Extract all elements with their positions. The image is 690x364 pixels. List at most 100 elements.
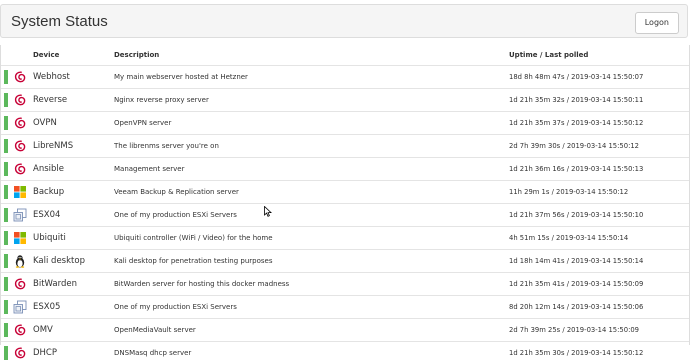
debian-icon (13, 93, 27, 107)
mouse-cursor-icon (264, 206, 272, 217)
device-name[interactable]: ESX04 (33, 204, 114, 227)
column-header-device[interactable]: Device (33, 45, 114, 66)
status-bar (4, 70, 8, 84)
debian-icon (13, 162, 27, 176)
os-icon-cell (13, 273, 33, 296)
table-row[interactable]: OMVOpenMediaVault server2d 7h 39m 25s / … (1, 319, 689, 342)
device-description: BitWarden server for hosting this docker… (114, 273, 509, 296)
status-indicator (1, 112, 13, 135)
device-description: Nginx reverse proxy server (114, 89, 509, 112)
status-indicator (1, 273, 13, 296)
device-uptime: 11h 29m 1s / 2019-03-14 15:50:12 (509, 181, 689, 204)
table-row[interactable]: BackupVeeam Backup & Replication server1… (1, 181, 689, 204)
status-indicator (1, 66, 13, 89)
debian-icon (13, 346, 27, 360)
device-name[interactable]: Ansible (33, 158, 114, 181)
os-icon-cell (13, 89, 33, 112)
device-uptime: 1d 21h 35m 32s / 2019-03-14 15:50:11 (509, 89, 689, 112)
linux-icon (13, 254, 27, 268)
debian-icon (13, 277, 27, 291)
table-row[interactable]: BitWardenBitWarden server for hosting th… (1, 273, 689, 296)
windows-icon (13, 185, 27, 199)
table-header-row: Device Description Uptime / Last polled (1, 45, 689, 66)
table-row[interactable]: ESX04One of my production ESXi Servers1d… (1, 204, 689, 227)
status-indicator (1, 250, 13, 273)
device-name[interactable]: ESX05 (33, 296, 114, 319)
status-indicator (1, 158, 13, 181)
table-row[interactable]: ReverseNginx reverse proxy server1d 21h … (1, 89, 689, 112)
status-indicator (1, 204, 13, 227)
device-description: One of my production ESXi Servers (114, 204, 509, 227)
device-name[interactable]: Backup (33, 181, 114, 204)
device-name[interactable]: OMV (33, 319, 114, 342)
status-indicator (1, 181, 13, 204)
column-header-description[interactable]: Description (114, 45, 509, 66)
device-uptime: 18d 8h 48m 47s / 2019-03-14 15:50:07 (509, 66, 689, 89)
device-uptime: 1d 21h 35m 37s / 2019-03-14 15:50:12 (509, 112, 689, 135)
status-bar (4, 300, 8, 314)
status-bar (4, 185, 8, 199)
device-description: One of my production ESXi Servers (114, 296, 509, 319)
device-uptime: 1d 21h 37m 56s / 2019-03-14 15:50:10 (509, 204, 689, 227)
table-row[interactable]: ESX05One of my production ESXi Servers8d… (1, 296, 689, 319)
os-icon-cell (13, 250, 33, 273)
status-panel: Device Description Uptime / Last polled … (0, 45, 690, 345)
device-uptime: 1d 21h 35m 41s / 2019-03-14 15:50:09 (509, 273, 689, 296)
os-icon-cell (13, 135, 33, 158)
device-name[interactable]: OVPN (33, 112, 114, 135)
table-row[interactable]: WebhostMy main webserver hosted at Hetzn… (1, 66, 689, 89)
status-bar (4, 231, 8, 245)
table-row[interactable]: Kali desktopKali desktop for penetration… (1, 250, 689, 273)
page-header: System Status Logon (0, 4, 688, 38)
vmware-icon (13, 300, 27, 314)
debian-icon (13, 139, 27, 153)
device-uptime: 8d 20h 12m 14s / 2019-03-14 15:50:06 (509, 296, 689, 319)
logon-button[interactable]: Logon (635, 12, 679, 34)
status-indicator (1, 296, 13, 319)
status-bar (4, 208, 8, 222)
table-row[interactable]: AnsibleManagement server1d 21h 36m 16s /… (1, 158, 689, 181)
status-bar (4, 254, 8, 268)
os-icon-cell (13, 296, 33, 319)
device-name[interactable]: LibreNMS (33, 135, 114, 158)
device-name[interactable]: Webhost (33, 66, 114, 89)
os-icon-cell (13, 112, 33, 135)
device-name[interactable]: Kali desktop (33, 250, 114, 273)
status-bar (4, 323, 8, 337)
debian-icon (13, 116, 27, 130)
os-icon-cell (13, 158, 33, 181)
status-indicator (1, 319, 13, 342)
status-bar (4, 277, 8, 291)
status-indicator (1, 89, 13, 112)
page-title: System Status (11, 13, 108, 30)
os-icon-cell (13, 319, 33, 342)
status-bar (4, 346, 8, 360)
status-indicator (1, 135, 13, 158)
status-indicator (1, 342, 13, 364)
device-description: Kali desktop for penetration testing pur… (114, 250, 509, 273)
device-description: OpenVPN server (114, 112, 509, 135)
table-row[interactable]: OVPNOpenVPN server1d 21h 35m 37s / 2019-… (1, 112, 689, 135)
status-indicator (1, 227, 13, 250)
device-description: DNSMasq dhcp server (114, 342, 509, 364)
os-icon-cell (13, 342, 33, 364)
device-uptime: 1d 18h 14m 41s / 2019-03-14 15:50:14 (509, 250, 689, 273)
device-uptime: 1d 21h 35m 30s / 2019-03-14 15:50:12 (509, 342, 689, 364)
debian-icon (13, 323, 27, 337)
os-icon-cell (13, 204, 33, 227)
vmware-icon (13, 208, 27, 222)
device-description: Management server (114, 158, 509, 181)
device-description: The librenms server you're on (114, 135, 509, 158)
status-bar (4, 139, 8, 153)
device-name[interactable]: BitWarden (33, 273, 114, 296)
status-bar (4, 116, 8, 130)
table-row[interactable]: DHCPDNSMasq dhcp server1d 21h 35m 30s / … (1, 342, 689, 364)
debian-icon (13, 70, 27, 84)
device-name[interactable]: DHCP (33, 342, 114, 364)
column-header-uptime[interactable]: Uptime / Last polled (509, 45, 689, 66)
device-name[interactable]: Ubiquiti (33, 227, 114, 250)
table-row[interactable]: LibreNMSThe librenms server you're on2d … (1, 135, 689, 158)
device-name[interactable]: Reverse (33, 89, 114, 112)
table-row[interactable]: UbiquitiUbiquiti controller (WiFi / Vide… (1, 227, 689, 250)
device-uptime: 2d 7h 39m 30s / 2019-03-14 15:50:12 (509, 135, 689, 158)
